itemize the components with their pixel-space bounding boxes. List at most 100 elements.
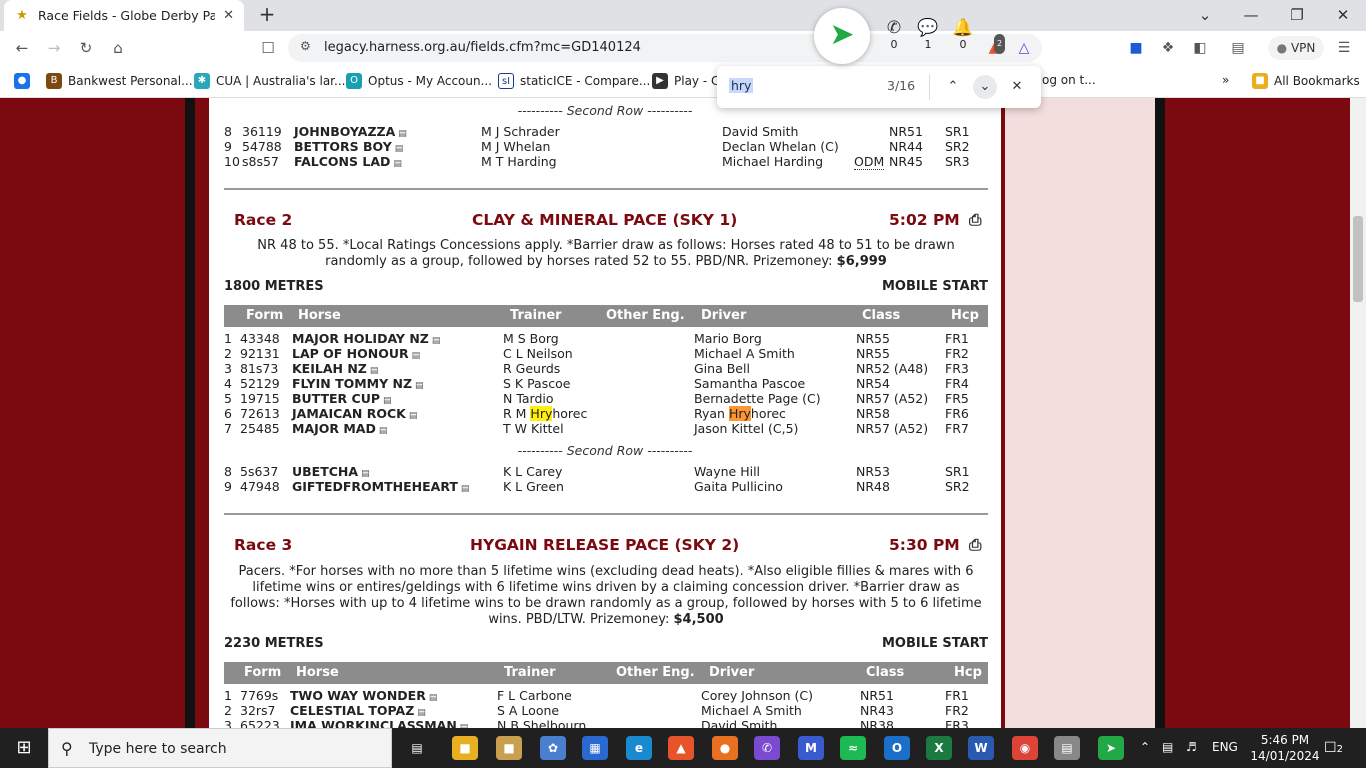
horse-info-icon[interactable]: ▤: [398, 129, 407, 139]
find-close-icon[interactable]: ✕: [1005, 75, 1029, 99]
horse-info-icon[interactable]: ▤: [393, 159, 402, 169]
send-arrow-icon[interactable]: ➤: [814, 8, 870, 64]
outlook-icon[interactable]: O: [884, 736, 910, 760]
chrome-icon[interactable]: ◉: [1012, 736, 1038, 760]
bookmark-cua[interactable]: ✱ CUA | Australia's lar...: [194, 73, 345, 89]
horse-info-icon[interactable]: ▤: [383, 396, 392, 406]
viber-icon[interactable]: ✆: [754, 736, 780, 760]
horse-link[interactable]: JAMAICAN ROCK ▤: [292, 406, 417, 421]
app2-icon[interactable]: M: [798, 736, 824, 760]
horse-link[interactable]: LAP OF HONOUR ▤: [292, 346, 420, 361]
horse-link[interactable]: MAJOR HOLIDAY NZ ▤: [292, 331, 440, 346]
notepad-icon[interactable]: ▤: [1054, 736, 1080, 760]
windows-start-icon[interactable]: ⊞: [12, 736, 36, 760]
horse-info-icon[interactable]: ▤: [461, 484, 470, 494]
reload-icon[interactable]: ↻: [74, 36, 98, 60]
send-app-icon[interactable]: ➤: [1098, 736, 1124, 760]
firefox-icon[interactable]: ●: [712, 736, 738, 760]
horse-link[interactable]: MAJOR MAD ▤: [292, 421, 387, 436]
horse-link[interactable]: IMA WORKINCLASSMAN ▤: [290, 718, 468, 728]
task-view-icon[interactable]: ▤: [404, 736, 430, 760]
horse-link[interactable]: FALCONS LAD ▤: [294, 154, 402, 169]
bookmark-icon[interactable]: ☐: [256, 36, 280, 60]
spotify-icon[interactable]: ≈: [840, 736, 866, 760]
all-bookmarks[interactable]: ■ All Bookmarks: [1252, 73, 1360, 89]
horse-info-icon[interactable]: ▤: [379, 426, 388, 436]
bookmark-staticice[interactable]: sI staticICE - Compare...: [498, 73, 650, 89]
horse-info-icon[interactable]: ▤: [395, 144, 404, 154]
print-icon[interactable]: ⎙: [969, 211, 981, 230]
url-text[interactable]: legacy.harness.org.au/fields.cfm?mc=GD14…: [324, 40, 641, 55]
find-match-active: Hry: [728, 406, 751, 421]
close-window-button[interactable]: ✕: [1320, 2, 1366, 28]
horse-info-icon[interactable]: ▤: [409, 411, 418, 421]
taskbar-clock[interactable]: 5:46 PM 14/01/2024: [1248, 732, 1322, 764]
race-fields-content: ---------- Second Row ---------- 8 36119…: [205, 98, 1005, 728]
horse-link[interactable]: FLYIN TOMMY NZ ▤: [292, 376, 424, 391]
horse-info-icon[interactable]: ▤: [415, 381, 424, 391]
home-icon[interactable]: ⌂: [106, 36, 130, 60]
vpn-button[interactable]: ● VPN: [1268, 36, 1324, 60]
horse-link[interactable]: JOHNBOYAZZA ▤: [294, 124, 407, 139]
maximize-button[interactable]: ❐: [1274, 2, 1320, 28]
minimize-button[interactable]: —: [1228, 2, 1274, 28]
site-info-icon[interactable]: ⚙: [300, 39, 311, 53]
find-previous-icon[interactable]: ⌃: [941, 75, 965, 99]
other-engagement[interactable]: ODM: [854, 154, 885, 170]
horse-info-icon[interactable]: ▤: [361, 469, 370, 479]
close-tab-icon[interactable]: ✕: [223, 8, 234, 23]
wallet-icon[interactable]: ▤: [1228, 38, 1248, 58]
extensions-icon[interactable]: ❖: [1158, 38, 1178, 58]
word-icon[interactable]: W: [968, 736, 994, 760]
page-scrollbar[interactable]: [1350, 98, 1366, 728]
horse-link[interactable]: BETTORS BOY ▤: [294, 139, 403, 154]
tab-search-chevron-icon[interactable]: ⌄: [1182, 2, 1228, 28]
scrollbar-thumb[interactable]: [1353, 216, 1363, 302]
horse-link[interactable]: BUTTER CUP ▤: [292, 391, 392, 406]
horse-link[interactable]: UBETCHA ▤: [292, 464, 370, 479]
edge-icon[interactable]: e: [626, 736, 652, 760]
bookmarks-overflow-icon[interactable]: »: [1222, 73, 1229, 87]
find-input[interactable]: hry: [729, 78, 754, 93]
brave-rewards-icon[interactable]: △: [1014, 38, 1034, 58]
taskbar-search[interactable]: ⚲ Type here to search: [48, 728, 392, 768]
horse-info-icon[interactable]: ▤: [417, 708, 426, 718]
horse-info-icon[interactable]: ▤: [412, 351, 421, 361]
bitwarden-icon[interactable]: ■: [1126, 38, 1146, 58]
bookmark-bankwest[interactable]: B Bankwest Personal...: [46, 73, 193, 89]
horse-link[interactable]: KEILAH NZ ▤: [292, 361, 378, 376]
tray-chevron-icon[interactable]: ⌃: [1140, 740, 1150, 754]
active-tab[interactable]: ★ Race Fields - Globe Derby Park S ✕: [4, 0, 244, 31]
horse-info-icon[interactable]: ▤: [429, 693, 438, 703]
alerts-item[interactable]: 🔔 0: [949, 18, 977, 51]
horse-info-icon[interactable]: ▤: [370, 366, 379, 376]
horse-link[interactable]: GIFTEDFROMTHEHEART ▤: [292, 479, 469, 494]
new-tab-button[interactable]: +: [256, 4, 278, 26]
network-icon[interactable]: ▤: [1162, 740, 1173, 754]
paint-icon[interactable]: ✿: [540, 736, 566, 760]
messages-item[interactable]: 💬 1: [914, 18, 942, 51]
bookmark-play[interactable]: ▶ Play - C: [652, 73, 719, 89]
app-icon[interactable]: ■: [496, 736, 522, 760]
menu-icon[interactable]: ☰: [1334, 38, 1354, 58]
apps-icon[interactable]: ●: [14, 73, 30, 89]
file-explorer-icon[interactable]: ■: [452, 736, 478, 760]
bookmark-blog[interactable]: og on t...: [1042, 73, 1096, 87]
table-row: 3 81s73 KEILAH NZ ▤ R Geurds Gina Bell NR52 (A…: [224, 361, 969, 376]
store-icon[interactable]: ▦: [582, 736, 608, 760]
volume-icon[interactable]: ♬: [1186, 740, 1197, 754]
calls-item[interactable]: ✆ 0: [880, 18, 908, 51]
find-next-icon[interactable]: ⌄: [973, 75, 997, 99]
horse-link[interactable]: CELESTIAL TOPAZ ▤: [290, 703, 426, 718]
language-indicator[interactable]: ENG: [1212, 740, 1238, 754]
bookmark-optus[interactable]: O Optus - My Accoun...: [346, 73, 492, 89]
brave-icon[interactable]: ▲: [668, 736, 694, 760]
back-arrow-icon[interactable]: ←: [10, 36, 34, 60]
print-icon[interactable]: ⎙: [969, 536, 981, 555]
horse-link[interactable]: TWO WAY WONDER ▤: [290, 688, 437, 703]
notifications-icon[interactable]: ☐2: [1324, 740, 1343, 756]
horse-info-icon[interactable]: ▤: [432, 336, 441, 346]
forward-arrow-icon[interactable]: →: [42, 36, 66, 60]
excel-icon[interactable]: X: [926, 736, 952, 760]
sidebar-icon[interactable]: ◧: [1190, 38, 1210, 58]
